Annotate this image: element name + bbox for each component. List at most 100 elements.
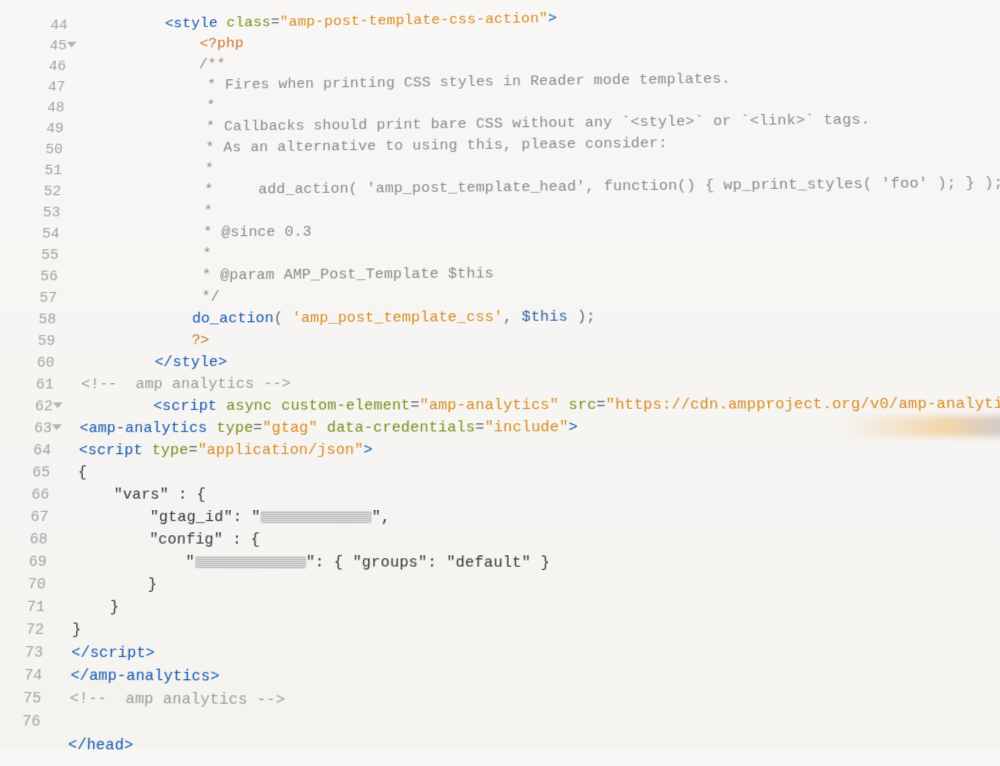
token-var: $this <box>522 309 568 326</box>
line-number: 70 <box>0 574 46 597</box>
line-number: 54 <box>9 224 60 246</box>
token-comment: <!-- amp analytics --> <box>81 376 291 394</box>
token-txt: : { <box>169 486 206 503</box>
token-strdark: "default" <box>446 554 531 572</box>
token-attr: type <box>216 420 253 437</box>
token-tag: <script <box>153 398 217 415</box>
token-punct: = <box>475 419 484 436</box>
line-number: 56 <box>7 267 58 289</box>
token-func: do_action <box>192 310 274 327</box>
token-attr: custom-element <box>281 397 410 414</box>
code-line[interactable]: <script async custom-element="amp-analyt… <box>80 393 1000 418</box>
fold-marker-icon[interactable] <box>52 424 62 430</box>
token-phpcom: /** <box>199 57 226 73</box>
code-line[interactable]: { <box>77 461 1000 484</box>
line-number: 57 <box>6 288 58 310</box>
token-punct: = <box>188 442 198 459</box>
token-punct: ); <box>568 309 596 326</box>
token-tag: <amp-analytics <box>79 420 207 437</box>
token-txt: " <box>185 554 195 571</box>
line-number: 73 <box>0 642 44 665</box>
line-number: 44 <box>18 16 68 37</box>
line-number: 71 <box>0 597 45 620</box>
code-line[interactable]: "config" : { <box>75 529 1000 553</box>
line-number: 52 <box>10 182 61 204</box>
code-line[interactable]: "": { "groups": "default" } <box>74 552 1000 577</box>
redacted-text <box>195 556 306 569</box>
token-txt: } <box>110 599 120 617</box>
line-number: 74 <box>0 665 43 688</box>
line-number: 61 <box>2 375 54 397</box>
token-tag: </style> <box>154 354 227 371</box>
token-attr: type <box>152 442 189 459</box>
line-number: 50 <box>12 140 63 161</box>
token-str: "amp-analytics" <box>420 397 560 415</box>
line-number: 46 <box>16 57 67 78</box>
fold-marker-icon[interactable] <box>67 42 77 48</box>
token-punct: = <box>410 397 419 414</box>
token-tag: <script <box>78 442 142 459</box>
token-phpkw: ?> <box>191 332 210 349</box>
line-number: 76 <box>0 711 41 734</box>
token-txt: : <box>427 554 446 572</box>
line-number: 67 <box>0 507 49 529</box>
token-txt: ", <box>372 509 391 526</box>
line-number: 45 <box>17 36 67 57</box>
token-txt: { <box>78 464 88 481</box>
token-str: "application/json" <box>197 442 363 459</box>
token-strdark: "gtag_id" <box>150 509 234 526</box>
line-number: 60 <box>3 353 55 375</box>
code-area[interactable]: <style class="amp-post-template-css-acti… <box>49 1 1000 765</box>
token-tag: </amp-analytics> <box>70 667 220 686</box>
line-number: 66 <box>0 485 50 507</box>
token-punct: = <box>253 420 263 437</box>
line-number: 68 <box>0 529 48 551</box>
redacted-text <box>260 511 371 523</box>
fold-marker-icon[interactable] <box>53 402 63 408</box>
token-attr: class <box>226 15 271 32</box>
token-attr: data-credentials <box>327 419 475 436</box>
line-number: 62 <box>1 396 53 418</box>
token-punct: = <box>596 397 606 414</box>
token-strdark: "config" <box>149 531 223 548</box>
line-number: 49 <box>13 119 64 140</box>
code-line[interactable]: "gtag_id": " ", <box>76 507 1000 530</box>
code-line[interactable]: } <box>73 574 1000 600</box>
token-txt: } <box>147 576 157 594</box>
token-txt: : " <box>233 509 261 526</box>
token-phpcom: * As an alternative to using this, pleas… <box>196 135 667 156</box>
code-line[interactable]: <amp-analytics type="gtag" data-credenti… <box>79 416 1000 440</box>
code-line[interactable]: <!-- amp analytics --> <box>81 371 1000 397</box>
token-phpcom: * @param AMP_Post_Template $this <box>193 266 494 285</box>
line-number: 51 <box>11 161 62 182</box>
token-strdark: "vars" <box>113 486 169 503</box>
token-txt: ": { <box>306 554 353 572</box>
token-str: "https://cdn.ampproject.org/v0/amp-analy… <box>606 395 1000 414</box>
token-txt <box>207 420 217 437</box>
token-txt: } <box>72 622 82 640</box>
token-comment: <!-- amp analytics --> <box>69 690 285 709</box>
token-tag: </script> <box>71 644 155 662</box>
token-tag: <style <box>164 16 217 33</box>
line-number: 69 <box>0 551 47 574</box>
token-txt: : { <box>223 531 260 548</box>
line-number: 64 <box>0 440 51 462</box>
token-phpcom: * <box>194 246 212 263</box>
code-line[interactable]: <script type="application/json"> <box>78 438 1000 462</box>
token-strdark: "groups" <box>352 554 427 572</box>
token-phpcom: * <box>195 203 213 220</box>
line-number: 63 <box>0 418 52 440</box>
code-line[interactable]: "vars" : { <box>77 484 1000 507</box>
line-number: 65 <box>0 462 51 484</box>
code-line[interactable]: </style> <box>82 348 1000 374</box>
code-editor[interactable]: 4445464748495051525354555657585960616263… <box>0 3 1000 765</box>
line-number: 58 <box>5 310 57 332</box>
token-phpcom: * @since 0.3 <box>194 224 312 241</box>
code-line[interactable]: </head> <box>67 734 1000 765</box>
token-tag: > <box>364 442 373 459</box>
token-phpcom: * <box>198 98 216 114</box>
line-number: 53 <box>10 203 61 225</box>
token-tag: > <box>569 419 578 436</box>
token-punct: , <box>503 309 521 326</box>
token-str: "gtag" <box>262 420 318 437</box>
